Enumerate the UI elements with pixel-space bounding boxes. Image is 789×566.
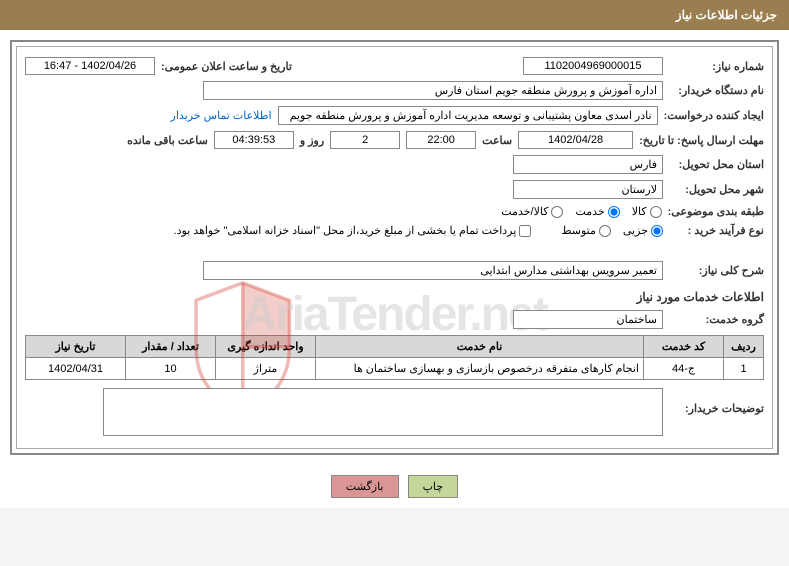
radio-goods-service-label: کالا/خدمت: [501, 205, 548, 218]
th-date: تاریخ نیاز: [26, 336, 126, 358]
th-code: کد خدمت: [644, 336, 724, 358]
process-label: نوع فرآیند خرید :: [669, 224, 764, 237]
buyer-org-field: اداره آموزش و پرورش منطقه جویم استان فار…: [203, 81, 663, 100]
radio-service-input[interactable]: [608, 206, 620, 218]
buyer-notes-box: [103, 388, 663, 436]
cell-unit: متراژ: [216, 358, 316, 380]
radio-minor-label: جزیی: [623, 224, 648, 237]
radio-goods-input[interactable]: [650, 206, 662, 218]
buyer-notes-label: توضیحات خریدار:: [669, 402, 764, 415]
radio-goods-service-input[interactable]: [551, 206, 563, 218]
radio-medium-input[interactable]: [599, 225, 611, 237]
cell-row: 1: [724, 358, 764, 380]
cell-date: 1402/04/31: [26, 358, 126, 380]
need-desc-field: تعمیر سرویس بهداشتی مدارس ابتدایی: [203, 261, 663, 280]
table-row: 1 ج-44 انجام کارهای متفرقه درخصوص بازساز…: [26, 358, 764, 380]
table-header-row: ردیف کد خدمت نام خدمت واحد اندازه گیری ت…: [26, 336, 764, 358]
category-label: طبقه بندی موضوعی:: [668, 205, 764, 218]
hour-label: ساعت: [482, 134, 512, 147]
radio-minor-input[interactable]: [651, 225, 663, 237]
announce-label: تاریخ و ساعت اعلان عمومی:: [161, 60, 292, 73]
radio-minor[interactable]: جزیی: [623, 224, 663, 237]
outer-frame: AriaTender.net شماره نیاز: 1102004969000…: [10, 40, 779, 455]
page-header: جزئیات اطلاعات نیاز: [0, 0, 789, 30]
radio-goods-label: کالا: [632, 205, 647, 218]
deadline-date-field: 1402/04/28: [518, 131, 633, 149]
deadline-hour-field: 22:00: [406, 131, 476, 149]
print-button[interactable]: چاپ: [408, 475, 459, 498]
cell-code: ج-44: [644, 358, 724, 380]
need-desc-label: شرح کلی نیاز:: [669, 264, 764, 277]
buyer-org-label: نام دستگاه خریدار:: [669, 84, 764, 97]
cell-name: انجام کارهای متفرقه درخصوص بازسازی و بهس…: [316, 358, 644, 380]
radio-medium-label: متوسط: [561, 224, 596, 237]
announce-field: 1402/04/26 - 16:47: [25, 57, 155, 75]
process-radio-group: جزیی متوسط: [561, 224, 663, 237]
radio-service-label: خدمت: [575, 205, 604, 218]
category-radio-group: کالا خدمت کالا/خدمت: [501, 205, 661, 218]
th-unit: واحد اندازه گیری: [216, 336, 316, 358]
cell-qty: 10: [126, 358, 216, 380]
days-field: 2: [330, 131, 400, 149]
radio-medium[interactable]: متوسط: [561, 224, 611, 237]
button-row: چاپ بازگشت: [0, 465, 789, 508]
remaining-label: ساعت باقی مانده: [127, 134, 208, 147]
service-group-label: گروه خدمت:: [669, 313, 764, 326]
requester-label: ایجاد کننده درخواست:: [664, 109, 764, 122]
payment-note-label: پرداخت تمام یا بخشی از مبلغ خرید،از محل …: [174, 224, 517, 237]
payment-checkbox-input[interactable]: [519, 225, 531, 237]
services-section-title: اطلاعات خدمات مورد نیاز: [25, 290, 764, 304]
service-group-field: ساختمان: [513, 310, 663, 329]
th-qty: تعداد / مقدار: [126, 336, 216, 358]
province-field: فارس: [513, 155, 663, 174]
th-name: نام خدمت: [316, 336, 644, 358]
need-number-field: 1102004969000015: [523, 57, 663, 75]
radio-goods-service[interactable]: کالا/خدمت: [501, 205, 563, 218]
days-and-label: روز و: [300, 134, 324, 147]
back-button[interactable]: بازگشت: [331, 475, 399, 498]
city-field: لارستان: [513, 180, 663, 199]
radio-service[interactable]: خدمت: [575, 205, 619, 218]
th-row: ردیف: [724, 336, 764, 358]
radio-goods[interactable]: کالا: [632, 205, 662, 218]
contact-link[interactable]: اطلاعات تماس خریدار: [171, 109, 272, 122]
inner-frame: AriaTender.net شماره نیاز: 1102004969000…: [16, 46, 773, 449]
services-table: ردیف کد خدمت نام خدمت واحد اندازه گیری ت…: [25, 335, 764, 380]
deadline-label: مهلت ارسال پاسخ: تا تاریخ:: [639, 134, 764, 147]
city-label: شهر محل تحویل:: [669, 183, 764, 196]
requester-field: نادر اسدی معاون پشتیبانی و توسعه مدیریت …: [278, 106, 658, 125]
need-number-label: شماره نیاز:: [669, 60, 764, 73]
province-label: استان محل تحویل:: [669, 158, 764, 171]
payment-checkbox[interactable]: پرداخت تمام یا بخشی از مبلغ خرید،از محل …: [174, 224, 532, 237]
countdown-field: 04:39:53: [214, 131, 294, 149]
